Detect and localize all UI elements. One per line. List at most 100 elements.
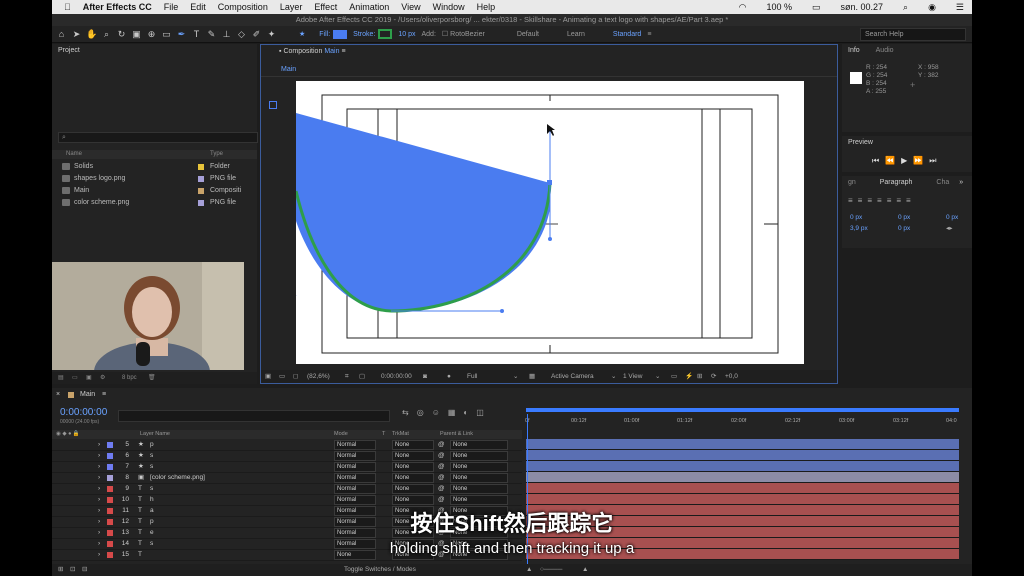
mode-select[interactable]: Normal	[334, 495, 376, 505]
star-icon[interactable]: ★	[299, 30, 305, 38]
wifi-icon[interactable]: ◠	[739, 2, 747, 13]
layer-label-swatch[interactable]	[107, 475, 113, 481]
reset-exposure-icon[interactable]: ⟳	[711, 370, 716, 383]
col-parent[interactable]: Parent & Link	[440, 430, 473, 439]
layer-label-swatch[interactable]	[107, 464, 113, 470]
previous-frame-icon[interactable]: ⏪	[885, 156, 901, 165]
fast-previews-icon[interactable]: ⚡	[685, 370, 693, 383]
menu-composition[interactable]: Composition	[218, 2, 268, 12]
trkmat-select[interactable]: None	[392, 451, 434, 461]
selection-tool-icon[interactable]: ➤	[71, 29, 82, 40]
puppet-tool-icon[interactable]: ✦	[266, 29, 277, 40]
region-icon[interactable]: ◻	[293, 370, 298, 383]
rotate-tool-icon[interactable]: ↻	[116, 29, 127, 40]
resolution-dropdown-icon[interactable]: ⌄	[513, 370, 518, 383]
expand-arrow-icon[interactable]: ›	[98, 472, 100, 483]
justify-all-icon[interactable]: ≡	[906, 196, 916, 205]
text-direction-icon[interactable]: ◂▸	[946, 223, 958, 234]
tab-paragraph[interactable]: Paragraph	[880, 179, 913, 186]
project-item-main[interactable]: Main Compositi	[52, 185, 257, 197]
menu-window[interactable]: Window	[433, 2, 465, 12]
color-channel-icon[interactable]: ●	[447, 370, 451, 383]
apple-icon[interactable]: 	[64, 2, 71, 12]
blue-shape-fill[interactable]	[296, 113, 550, 312]
trkmat-select[interactable]: None	[392, 495, 434, 505]
bpc-label[interactable]: 8 bpc	[122, 372, 137, 384]
layer-label-swatch[interactable]	[107, 442, 113, 448]
tab-info[interactable]: Info	[848, 47, 860, 54]
pan-behind-tool-icon[interactable]: ⊕	[146, 29, 157, 40]
layer-duration-bar[interactable]	[526, 472, 959, 483]
space-after-field[interactable]: 0 px	[946, 212, 958, 223]
next-frame-icon[interactable]: ⏩	[913, 156, 929, 165]
composition-canvas[interactable]	[296, 81, 804, 364]
settings-icon[interactable]: ⚙	[100, 372, 105, 384]
workspace-menu-icon[interactable]: ≡	[647, 31, 651, 38]
path-anchor-point[interactable]	[269, 101, 277, 109]
tab-character[interactable]: Cha	[936, 179, 949, 186]
rectangle-tool-icon[interactable]: ▭	[161, 29, 172, 40]
pick-whip-icon[interactable]: @	[438, 472, 445, 483]
transfer-controls-icon[interactable]: ⊡	[70, 564, 75, 576]
add-label[interactable]: Add:	[421, 31, 435, 38]
stroke-width-value[interactable]: 10 px	[398, 31, 415, 38]
battery-icon[interactable]: ▭	[812, 2, 821, 13]
justify-center-icon[interactable]: ≡	[887, 196, 897, 205]
space-before-field[interactable]: 0 px	[898, 223, 910, 234]
clone-stamp-tool-icon[interactable]: ⊥	[221, 29, 232, 40]
stroke-color-swatch[interactable]	[378, 29, 393, 39]
layer-name[interactable]: [color scheme.png]	[150, 472, 205, 483]
handle-point[interactable]	[500, 309, 504, 313]
play-icon[interactable]: ▶	[901, 156, 913, 165]
col-t[interactable]: T	[382, 430, 385, 439]
camera-select[interactable]: Active Camera	[551, 370, 594, 383]
menu-list-icon[interactable]: ☰	[956, 2, 964, 13]
timeline-search-input[interactable]	[118, 410, 390, 422]
current-time[interactable]: 0:00:00:00	[381, 370, 412, 383]
layer-duration-bar[interactable]	[526, 461, 959, 472]
lock-icon[interactable]: ▪	[279, 48, 281, 55]
tab-main-timeline[interactable]: Main	[80, 388, 95, 402]
mode-select[interactable]: Normal	[334, 473, 376, 483]
mode-select[interactable]: Normal	[334, 440, 376, 450]
layer-switches-icon[interactable]: ⊞	[58, 564, 63, 576]
in-out-icon[interactable]: ⊟	[82, 564, 87, 576]
menu-animation[interactable]: Animation	[349, 2, 389, 12]
expand-arrow-icon[interactable]: ›	[98, 483, 100, 494]
layer-name[interactable]: h	[150, 494, 154, 505]
layer-label-swatch[interactable]	[107, 486, 113, 492]
parent-select[interactable]: None	[450, 495, 508, 505]
trkmat-select[interactable]: None	[392, 462, 434, 472]
pick-whip-icon[interactable]: @	[438, 450, 445, 461]
zoom-tool-icon[interactable]: ⌕	[101, 29, 112, 40]
zoom-value[interactable]: (82,6%)	[307, 370, 330, 383]
project-col-type[interactable]: Type	[210, 150, 223, 159]
pick-whip-icon[interactable]: @	[438, 483, 445, 494]
handle-point[interactable]	[548, 237, 552, 241]
pick-whip-icon[interactable]: @	[438, 461, 445, 472]
comp-mini-flowchart-icon[interactable]: ⇆	[402, 408, 417, 417]
eraser-tool-icon[interactable]: ◇	[236, 29, 247, 40]
project-col-name[interactable]: Name	[66, 150, 82, 159]
graph-editor-icon[interactable]: ◫	[476, 408, 492, 417]
roto-brush-tool-icon[interactable]: ✐	[251, 29, 262, 40]
parent-select[interactable]: None	[450, 462, 508, 472]
label-swatch[interactable]	[198, 164, 204, 170]
time-ruler[interactable]: 0f 00:12f 01:00f 01:12f 02:00f 02:12f 03…	[525, 414, 962, 430]
align-center-icon[interactable]: ≡	[858, 196, 868, 205]
layer-label-swatch[interactable]	[107, 497, 113, 503]
align-right-icon[interactable]: ≡	[867, 196, 877, 205]
workspace-learn[interactable]: Learn	[567, 31, 585, 38]
view-dropdown-icon[interactable]: ⌄	[655, 370, 660, 383]
view-layout-select[interactable]: 1 View	[623, 370, 642, 383]
timeline-current-time[interactable]: 0:00:00:00	[60, 407, 107, 418]
menu-layer[interactable]: Layer	[280, 2, 303, 12]
frame-blending-icon[interactable]: ▦	[448, 408, 464, 417]
right-indent-field[interactable]: 0 px	[898, 212, 910, 223]
panel-menu-icon[interactable]: ≡	[102, 388, 106, 402]
preview-panel-title[interactable]: Preview	[842, 136, 972, 149]
last-frame-icon[interactable]: ⏭	[929, 156, 942, 165]
expand-arrow-icon[interactable]: ›	[98, 461, 100, 472]
workspace-default[interactable]: Default	[517, 31, 539, 38]
zoom-out-icon[interactable]: ▲	[526, 564, 532, 576]
